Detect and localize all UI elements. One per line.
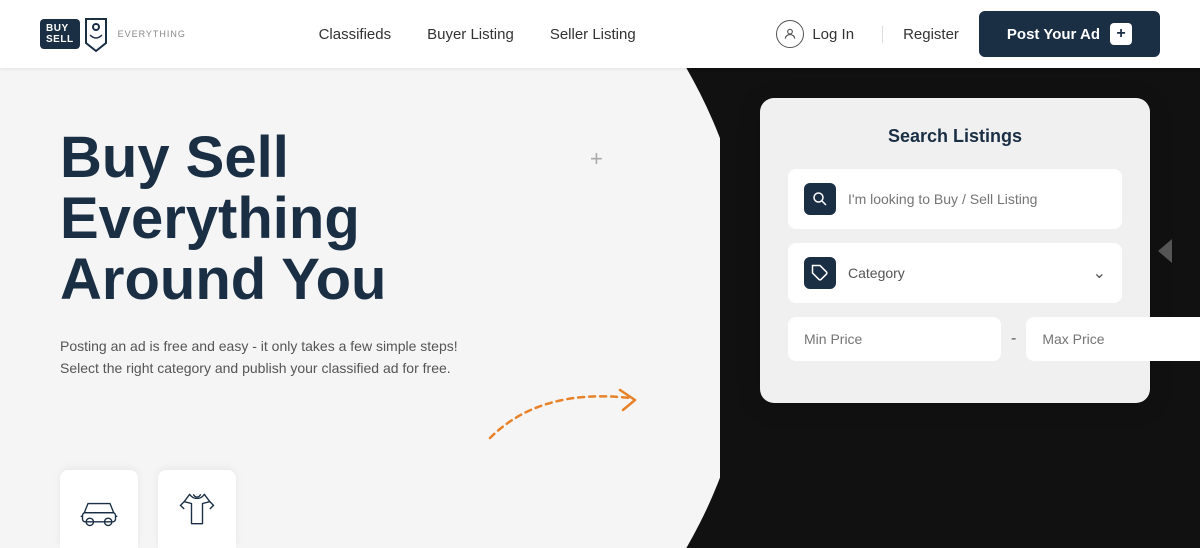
- chevron-down-icon: ⌄: [1093, 263, 1106, 283]
- price-dash: -: [1011, 330, 1016, 348]
- login-button[interactable]: Log In: [768, 20, 862, 48]
- nav-links: Classifieds Buyer Listing Seller Listing: [319, 26, 636, 43]
- card-arrow: [1158, 239, 1172, 263]
- decorative-plus: +: [590, 146, 603, 172]
- min-price-input[interactable]: [788, 317, 1001, 361]
- logo-tag-icon: [80, 15, 112, 53]
- fashion-category-icon[interactable]: [158, 470, 236, 548]
- category-icons: [60, 470, 236, 548]
- nav-seller-listing[interactable]: Seller Listing: [550, 26, 636, 43]
- logo-tagline: EVERYTHING: [118, 29, 186, 39]
- hero-section: Buy Sell Everything Around You Posting a…: [0, 68, 1200, 548]
- post-ad-button[interactable]: Post Your Ad +: [979, 11, 1160, 57]
- search-icon: [804, 183, 836, 215]
- keyword-search-field[interactable]: [788, 169, 1122, 229]
- price-range-row: -: [788, 317, 1122, 361]
- category-select[interactable]: Category: [848, 265, 1081, 281]
- keyword-input[interactable]: [848, 191, 1106, 207]
- decorative-arrow: [480, 378, 660, 453]
- nav-classifieds[interactable]: Classifieds: [319, 26, 392, 43]
- nav-right: Log In Register Post Your Ad +: [768, 11, 1160, 57]
- nav-buyer-listing[interactable]: Buyer Listing: [427, 26, 514, 43]
- post-ad-plus-icon: +: [1110, 23, 1132, 45]
- search-card: Search Listings Category ⌄ -: [760, 98, 1150, 403]
- logo-box: BUY SELL: [40, 19, 80, 49]
- hero-content: Buy Sell Everything Around You Posting a…: [60, 128, 458, 379]
- user-icon: [776, 20, 804, 48]
- hero-title: Buy Sell Everything Around You: [60, 128, 458, 311]
- hero-subtitle-1: Posting an ad is free and easy - it only…: [60, 335, 458, 357]
- register-button[interactable]: Register: [882, 26, 959, 43]
- hero-subtitle-2: Select the right category and publish yo…: [60, 357, 458, 379]
- search-title: Search Listings: [788, 126, 1122, 147]
- category-field[interactable]: Category ⌄: [788, 243, 1122, 303]
- car-category-icon[interactable]: [60, 470, 138, 548]
- category-icon: [804, 257, 836, 289]
- max-price-input[interactable]: [1026, 317, 1200, 361]
- logo: BUY SELL EVERYTHING: [40, 15, 186, 53]
- navbar: BUY SELL EVERYTHING Classifieds Buyer Li…: [0, 0, 1200, 68]
